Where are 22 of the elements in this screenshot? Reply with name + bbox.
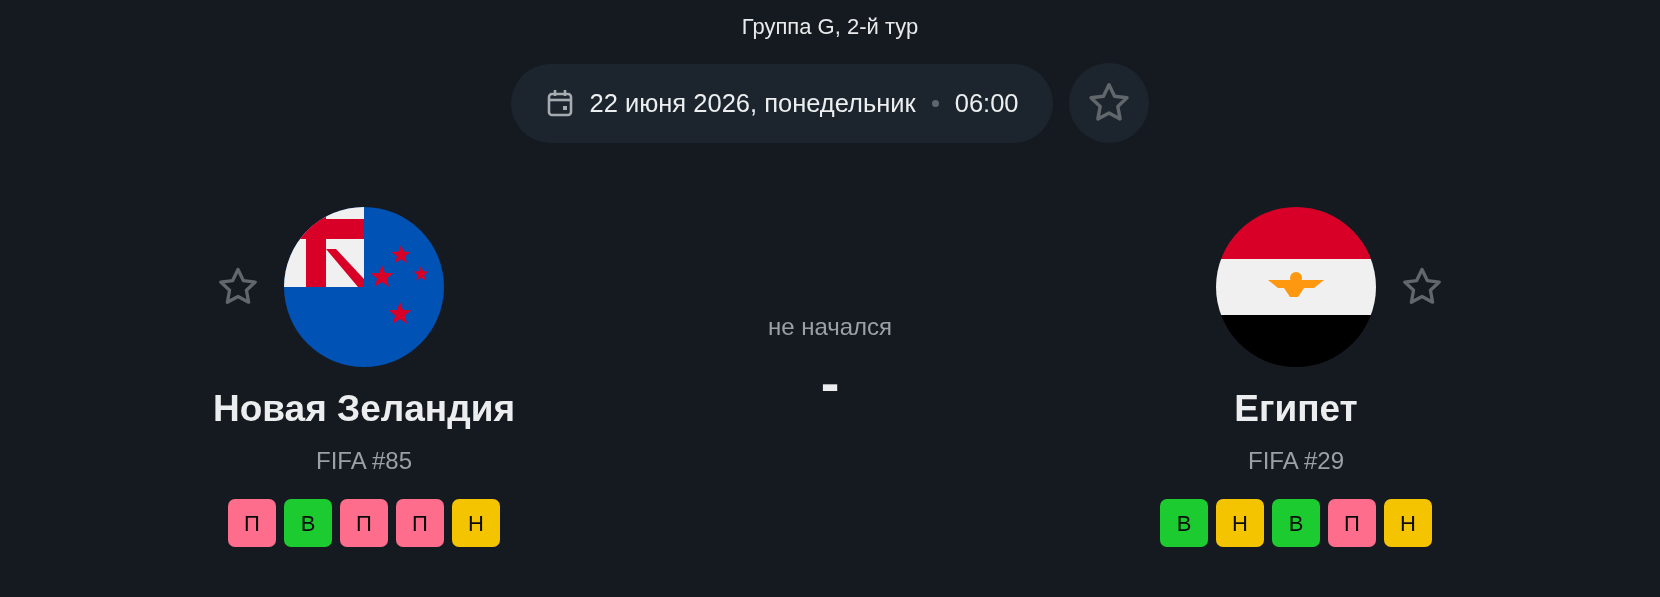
- form-result: В: [1160, 499, 1208, 547]
- flag-icon: [1216, 207, 1376, 367]
- match-time: 06:00: [954, 87, 1019, 119]
- form-result: Н: [1216, 499, 1264, 547]
- match-status: не начался: [767, 312, 893, 342]
- form-result: П: [228, 499, 276, 547]
- team-name: Египет: [1234, 387, 1358, 431]
- form-result: В: [284, 499, 332, 547]
- match-date: 22 июня 2026, понедельник: [589, 87, 916, 119]
- form-result: П: [396, 499, 444, 547]
- form-result: Н: [1384, 499, 1432, 547]
- form-result: П: [1328, 499, 1376, 547]
- form-result: Н: [452, 499, 500, 547]
- calendar-icon: [547, 89, 574, 117]
- fifa-rank: FIFA #85: [315, 446, 413, 476]
- team-name: Новая Зеландия: [212, 387, 515, 431]
- form-result: В: [1272, 499, 1320, 547]
- form-result: П: [340, 499, 388, 547]
- round-title: Группа G, 2-й тур: [741, 13, 919, 41]
- separator-dot: [931, 99, 939, 107]
- fifa-rank: FIFA #29: [1247, 446, 1345, 476]
- score: -: [820, 355, 840, 411]
